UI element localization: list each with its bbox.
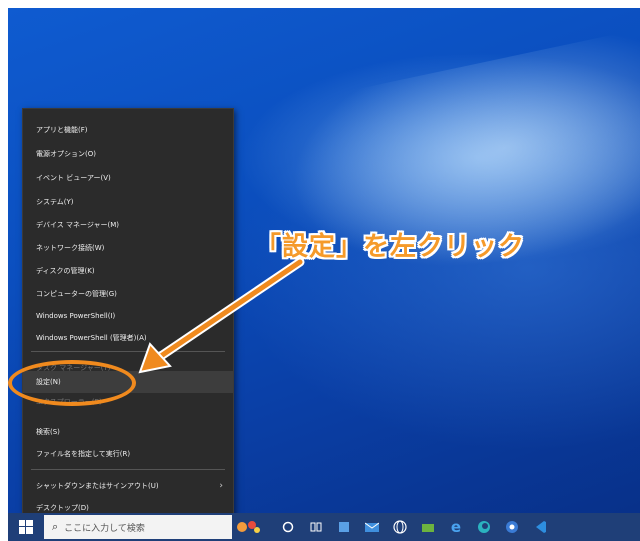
menu-item-power-options[interactable]: 電源オプション(O) bbox=[23, 143, 233, 165]
menu-separator bbox=[31, 351, 225, 352]
menu-separator bbox=[31, 469, 225, 470]
menu-item-run[interactable]: ファイル名を指定して実行(R) bbox=[23, 443, 233, 465]
annotation-callout: 「設定」を左クリック bbox=[255, 232, 526, 262]
menu-item-search[interactable]: 検索(S) bbox=[23, 421, 233, 443]
chevron-right-icon: › bbox=[219, 481, 223, 491]
menu-item-disk-management[interactable]: ディスクの管理(K) bbox=[23, 260, 233, 282]
search-highlight-icon[interactable] bbox=[236, 519, 262, 535]
menu-item-powershell[interactable]: Windows PowerShell(I) bbox=[23, 305, 233, 327]
menu-item-network-connections[interactable]: ネットワーク接続(W) bbox=[23, 237, 233, 259]
menu-item-device-manager[interactable]: デバイス マネージャー(M) bbox=[23, 214, 233, 236]
cortana-icon[interactable] bbox=[280, 519, 296, 535]
edge-icon[interactable] bbox=[476, 519, 492, 535]
store-icon[interactable] bbox=[420, 519, 436, 535]
wallpaper-light bbox=[239, 26, 640, 330]
menu-item-apps-features[interactable]: アプリと機能(F) bbox=[23, 119, 233, 141]
security-icon[interactable] bbox=[504, 519, 520, 535]
menu-item-computer-management[interactable]: コンピューターの管理(G) bbox=[23, 283, 233, 305]
taskbar: ⌕ ここに入力して検索 e bbox=[8, 513, 640, 541]
winx-context-menu: アプリと機能(F) 電源オプション(O) イベント ビューアー(V) システム(… bbox=[22, 108, 234, 518]
task-view-icon[interactable] bbox=[308, 519, 324, 535]
search-icon: ⌕ bbox=[52, 520, 59, 533]
calculator-icon[interactable] bbox=[336, 519, 352, 535]
menu-item-shutdown-label: シャットダウンまたはサインアウト(U) bbox=[36, 482, 159, 490]
taskbar-search-box[interactable]: ⌕ ここに入力して検索 bbox=[44, 515, 232, 539]
menu-item-powershell-admin[interactable]: Windows PowerShell (管理者)(A) bbox=[23, 327, 233, 349]
mail-icon[interactable] bbox=[364, 519, 380, 535]
vscode-icon[interactable] bbox=[532, 519, 548, 535]
menu-item-system[interactable]: システム(Y) bbox=[23, 191, 233, 213]
globe-icon[interactable] bbox=[392, 519, 408, 535]
highlight-ellipse bbox=[8, 360, 136, 406]
ie-icon[interactable]: e bbox=[448, 518, 464, 536]
windows-start-icon[interactable] bbox=[8, 513, 44, 541]
menu-item-shutdown[interactable]: シャットダウンまたはサインアウト(U) › bbox=[23, 475, 233, 497]
menu-item-event-viewer[interactable]: イベント ビューアー(V) bbox=[23, 167, 233, 189]
search-placeholder: ここに入力して検索 bbox=[64, 523, 145, 534]
